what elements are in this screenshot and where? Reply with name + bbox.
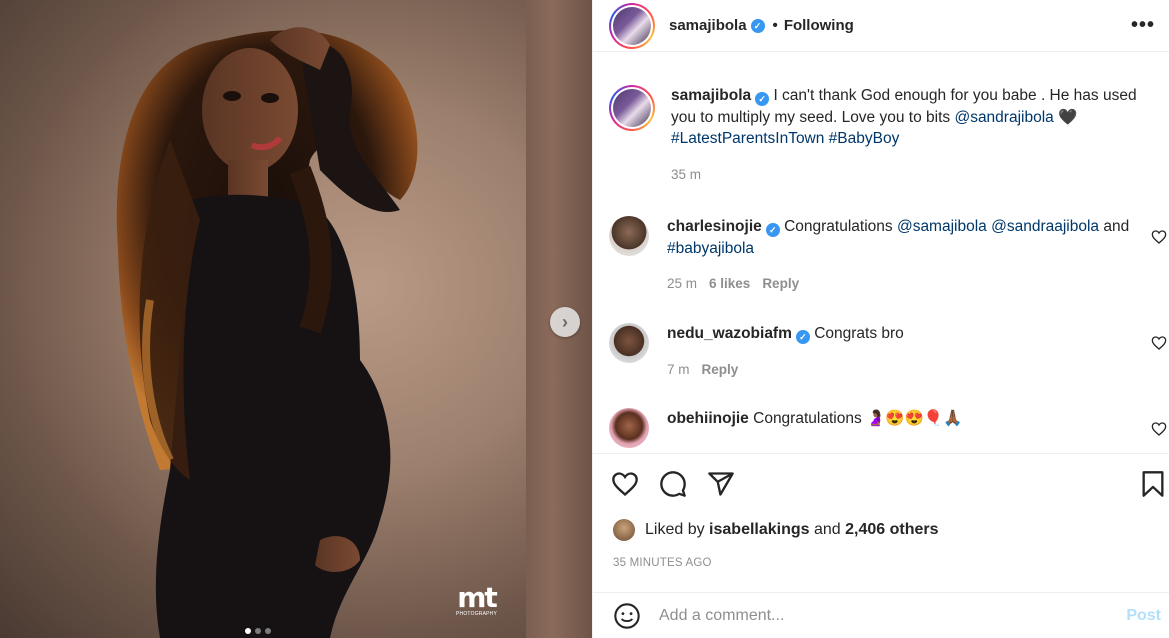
comment-text: Congratulations <box>784 218 897 235</box>
carousel-next-button[interactable]: › <box>550 307 580 337</box>
separator-bullet: • <box>772 17 778 34</box>
comment-item: obehiinojie Congratulations 🤰🏾😍😍🎈🙏🏾 <box>609 408 1169 448</box>
author-avatar[interactable] <box>609 2 655 49</box>
post-timestamp[interactable]: 35 MINUTES AGO <box>613 557 712 569</box>
commenter-avatar[interactable] <box>609 323 649 363</box>
comment-mention[interactable]: @sandraajibola <box>991 218 1099 235</box>
commenter-avatar[interactable] <box>609 408 649 448</box>
reply-button[interactable]: Reply <box>762 273 799 295</box>
post-details-panel: samajibola ✓ • Following ••• samajibola ✓… <box>592 0 1169 638</box>
watermark-logo: mt <box>457 581 498 614</box>
watermark-subtitle: PHOTOGRAPHY <box>456 611 498 617</box>
comment-username[interactable]: charlesinojie <box>667 218 762 235</box>
comment-mention[interactable]: @samajibola <box>897 218 987 235</box>
likes-summary: Liked by isabellakings and 2,406 others <box>613 519 939 541</box>
comment-username[interactable]: obehiinojie <box>667 410 749 427</box>
verified-badge-icon: ✓ <box>795 330 810 344</box>
caption-time[interactable]: 35 m <box>671 164 701 186</box>
reply-button[interactable]: Reply <box>702 359 739 381</box>
caption-mention[interactable]: @sandrajibola <box>954 109 1053 126</box>
comment-item: nedu_wazobiafm ✓ Congrats bro 7 m Reply <box>609 323 1169 380</box>
caption-avatar[interactable] <box>609 85 655 131</box>
comment-composer: Post <box>593 592 1169 638</box>
likes-mid: and <box>809 521 846 538</box>
like-heart-icon[interactable] <box>1151 229 1167 245</box>
liker-avatar[interactable] <box>613 519 635 541</box>
liker-username[interactable]: isabellakings <box>709 521 810 539</box>
caption-username[interactable]: samajibola <box>671 87 751 104</box>
carousel-dot-active <box>245 628 251 634</box>
chevron-right-icon: › <box>562 311 568 332</box>
comment-text: Congrats bro <box>814 325 904 342</box>
bookmark-icon[interactable] <box>1139 470 1167 498</box>
caption: samajibola ✓ I can't thank God enough for… <box>609 85 1169 185</box>
emoji-smiley-icon[interactable] <box>613 602 641 630</box>
comments-list[interactable]: samajibola ✓ I can't thank God enough for… <box>593 53 1169 453</box>
caption-hashtags[interactable]: #LatestParentsInTown #BabyBoy <box>671 130 899 147</box>
verified-badge-icon: ✓ <box>755 92 770 106</box>
share-paper-plane-icon[interactable] <box>707 470 735 498</box>
comment-text: and <box>1103 218 1130 235</box>
comment-hashtag[interactable]: #babyajibola <box>667 240 754 257</box>
carousel-dot <box>255 628 261 634</box>
author-username[interactable]: samajibola <box>669 17 747 34</box>
more-horizontal-icon[interactable]: ••• <box>1131 14 1155 37</box>
like-heart-icon[interactable] <box>1151 421 1167 437</box>
photographer-watermark: mt PHOTOGRAPHY <box>456 581 498 617</box>
following-button[interactable]: Following <box>784 17 854 34</box>
comment-bubble-icon[interactable] <box>659 470 687 498</box>
action-bar <box>593 453 1169 515</box>
verified-badge-icon: ✓ <box>750 18 765 33</box>
post-comment-button[interactable]: Post <box>1126 607 1161 625</box>
comment-item: charlesinojie ✓ Congratulations @samajibo… <box>609 216 1169 295</box>
comment-time[interactable]: 7 m <box>667 359 690 381</box>
like-heart-icon[interactable] <box>611 470 639 498</box>
like-heart-icon[interactable] <box>1151 335 1167 351</box>
commenter-avatar[interactable] <box>609 216 649 256</box>
comment-input[interactable] <box>659 606 1099 625</box>
post-header: samajibola ✓ • Following ••• <box>593 0 1169 52</box>
comment-text: Congratulations 🤰🏾😍😍🎈🙏🏾 <box>753 410 963 427</box>
carousel-indicator <box>245 628 271 634</box>
portrait-illustration <box>116 27 418 638</box>
black-heart-emoji: 🖤 <box>1053 108 1078 126</box>
post-image[interactable]: › mt PHOTOGRAPHY <box>0 0 592 638</box>
verified-badge-icon: ✓ <box>765 223 780 237</box>
comment-time[interactable]: 25 m <box>667 273 697 295</box>
carousel-dot <box>265 628 271 634</box>
comment-username[interactable]: nedu_wazobiafm <box>667 325 792 342</box>
likes-prefix: Liked by <box>645 521 705 538</box>
likes-count[interactable]: 2,406 others <box>845 521 938 539</box>
comment-likes[interactable]: 6 likes <box>709 273 750 295</box>
